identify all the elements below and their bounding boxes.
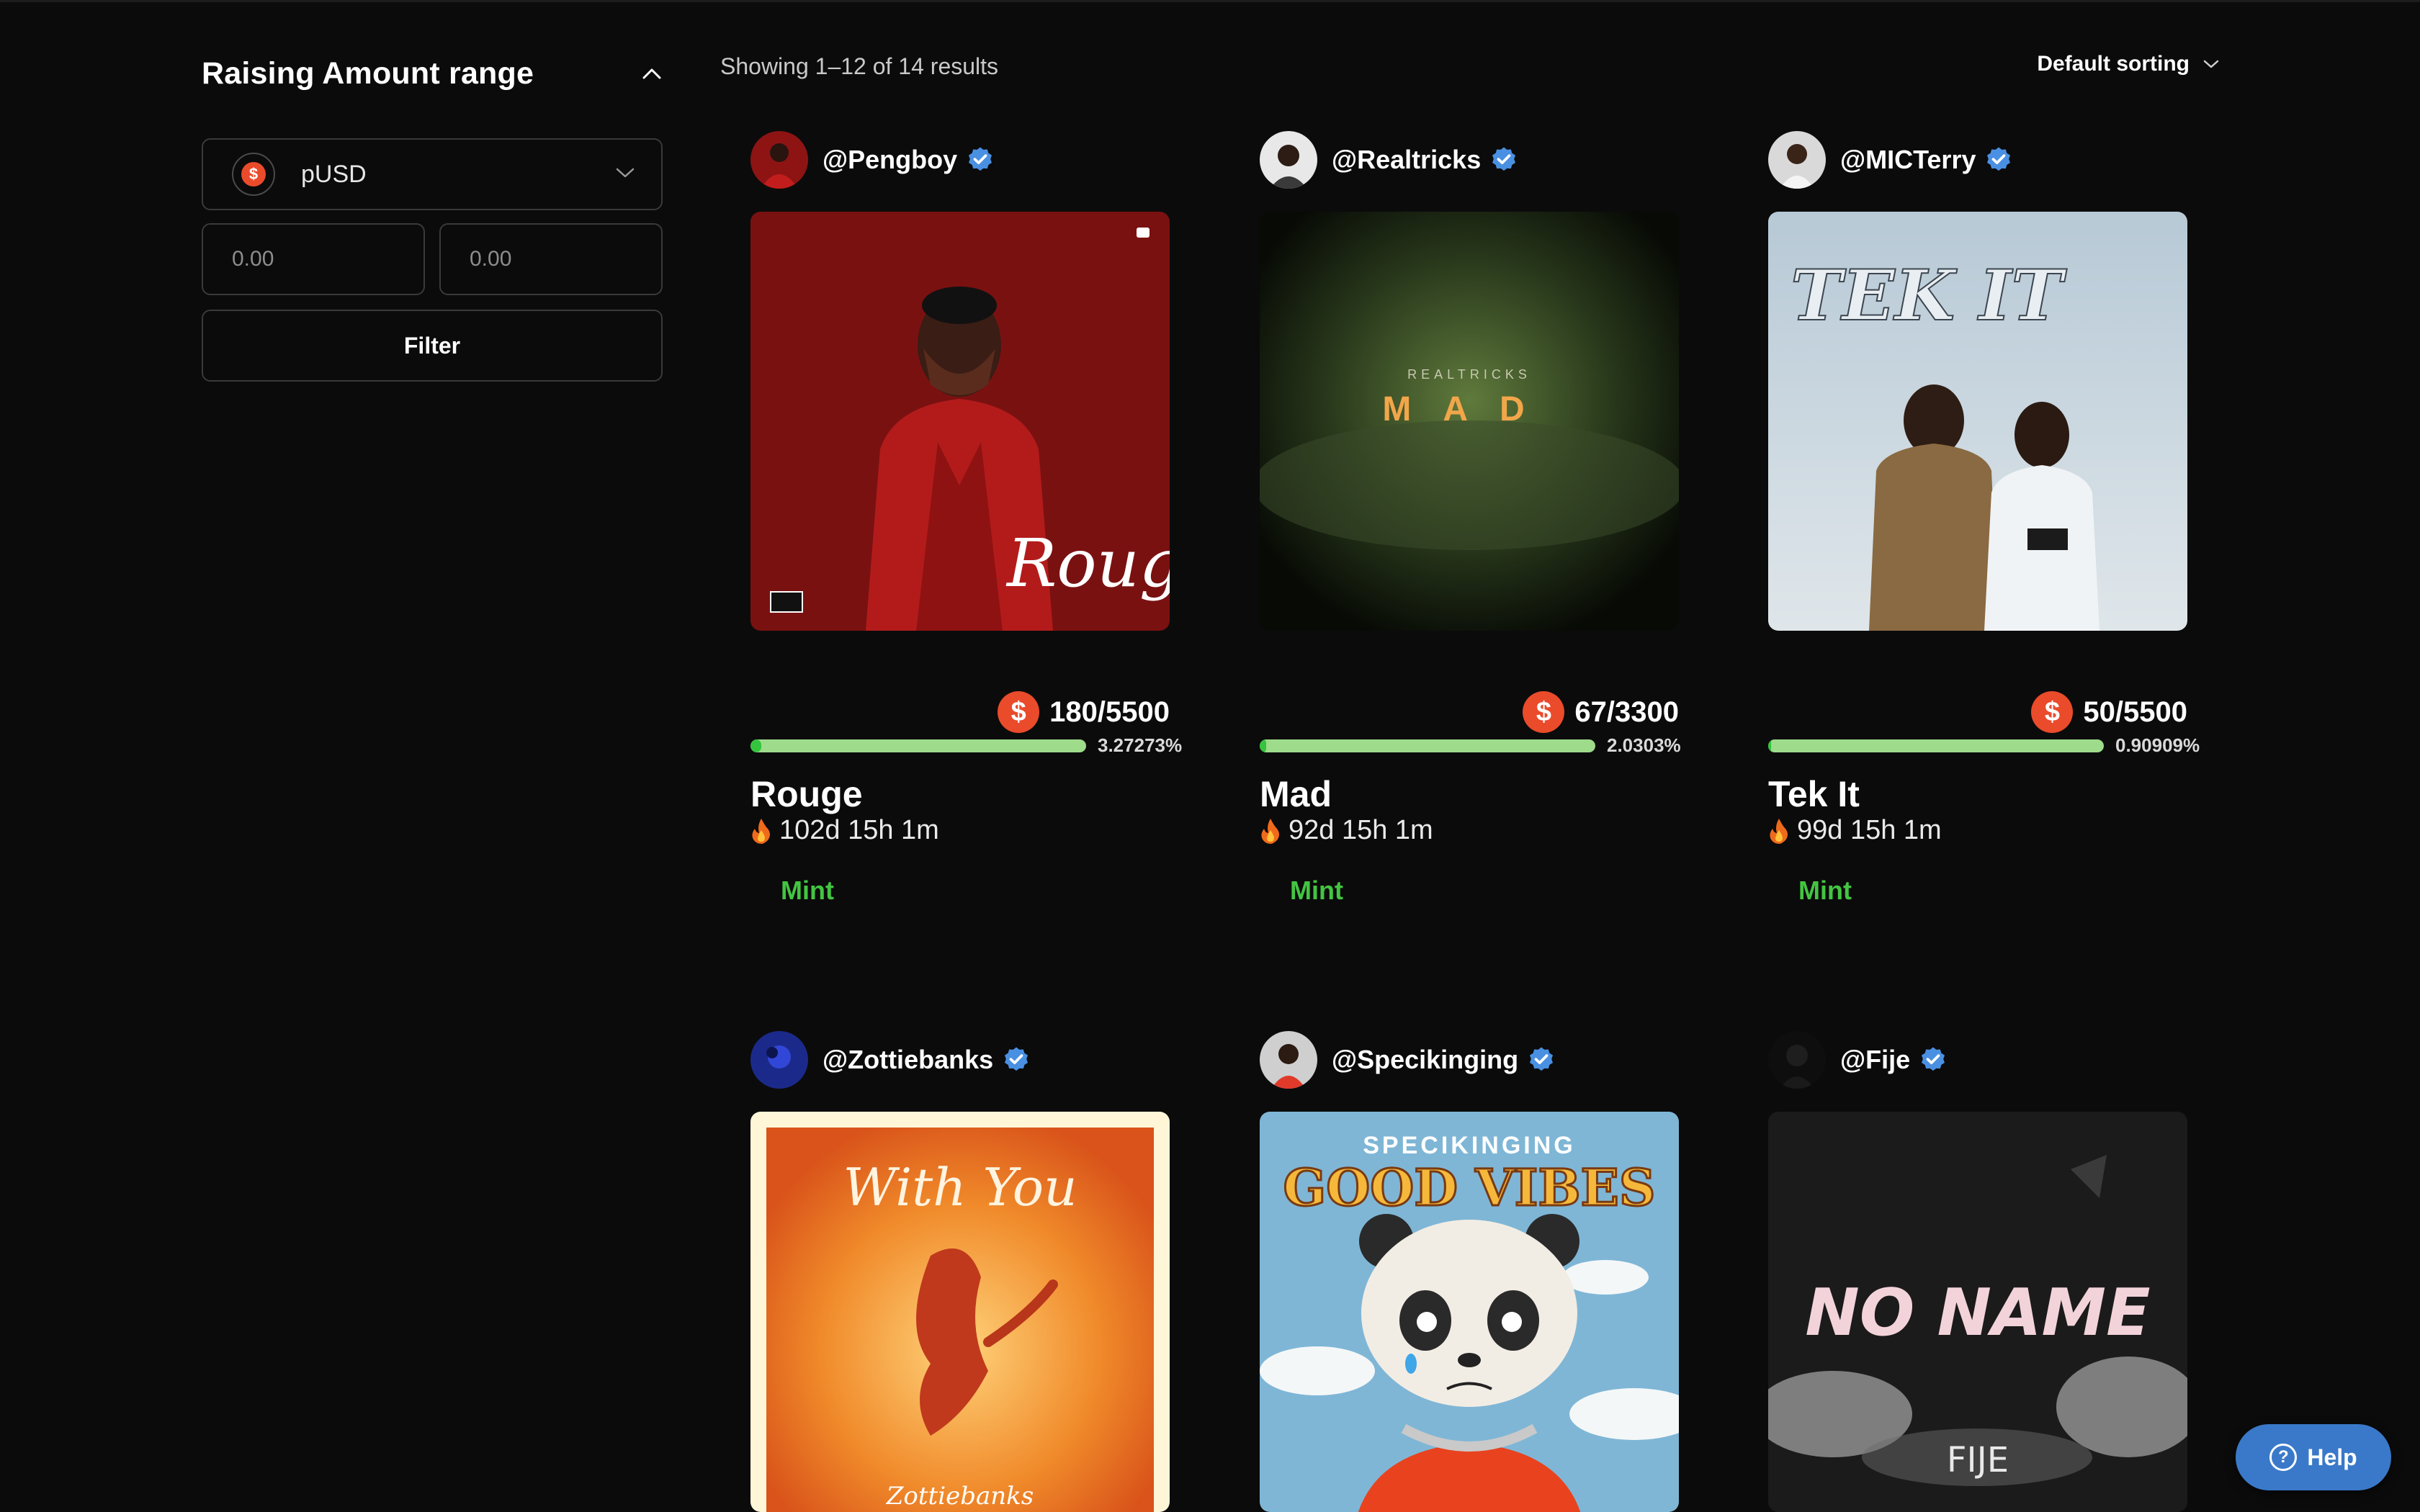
min-amount-input[interactable]: [202, 223, 425, 295]
progress: 0.90909%: [1768, 734, 2229, 757]
filter-title: Raising Amount range: [202, 55, 534, 91]
fire-icon: [1770, 818, 1788, 844]
creator-handle[interactable]: @Realtricks: [1332, 145, 1481, 175]
project-card[interactable]: @Realtricks REALTRICKS MAD $ 67/3300 2.0…: [1260, 131, 1706, 905]
progress-percent: 2.0303%: [1607, 734, 1681, 756]
timer-value: 102d 15h 1m: [779, 815, 939, 845]
progress: 2.0303%: [1260, 734, 1721, 757]
sorting-dropdown[interactable]: Default sorting: [2037, 52, 2220, 76]
project-card[interactable]: @Pengboy Rouge $ 180/5500 3.27273% Rouge…: [750, 131, 1197, 905]
creator-handle[interactable]: @Pengboy: [823, 145, 957, 175]
progress-percent: 3.27273%: [1098, 734, 1183, 756]
project-title[interactable]: Mad: [1260, 773, 1332, 815]
fire-icon: [752, 818, 770, 844]
verified-badge-icon: [1922, 1047, 1945, 1071]
mint-button[interactable]: Mint: [1798, 876, 1852, 906]
verified-badge-icon: [1005, 1047, 1028, 1071]
avatar[interactable]: [1768, 1031, 1826, 1089]
verified-badge-icon: [1987, 147, 2011, 171]
creator-handle[interactable]: @Zottiebanks: [823, 1045, 993, 1075]
avatar[interactable]: [750, 1031, 808, 1089]
verified-badge-icon: [1530, 1047, 1554, 1071]
avatar[interactable]: [1260, 131, 1317, 189]
progress-bar: [1768, 739, 2104, 752]
raise-amount-value: 50/5500: [2083, 696, 2187, 728]
project-card[interactable]: @Fije NO NAME FIJE: [1768, 1031, 2215, 1512]
cover-brand: SPECIKINGING: [1363, 1132, 1575, 1159]
cover-brand: REALTRICKS: [1407, 367, 1531, 382]
help-button[interactable]: ? Help: [2236, 1424, 2391, 1490]
raise-amount-value: 67/3300: [1574, 696, 1679, 728]
chevron-down-icon: [615, 167, 635, 182]
cover-image[interactable]: REALTRICKS MAD: [1260, 212, 1679, 631]
chevron-up-icon[interactable]: [641, 63, 663, 84]
time-remaining: 99d 15h 1m: [1768, 815, 1942, 846]
cover-title: With You: [843, 1157, 1077, 1218]
progress: 3.27273%: [750, 734, 1211, 757]
max-amount-input[interactable]: [439, 223, 663, 295]
cover-title: TEK IT: [1791, 255, 2067, 336]
fire-icon: [1261, 818, 1279, 844]
results-summary: Showing 1–12 of 14 results: [720, 53, 999, 79]
cover-title: NO NAME: [1805, 1275, 2150, 1351]
avatar[interactable]: [750, 131, 808, 189]
cover-subtitle: FIJE: [1947, 1440, 2009, 1480]
filter-header[interactable]: Raising Amount range: [202, 52, 663, 95]
cover-title: MAD: [1382, 390, 1556, 428]
dollar-coin-icon: $: [2031, 691, 2074, 733]
question-icon: ?: [2269, 1444, 2298, 1471]
cover-image[interactable]: SPECIKINGING GOOD VIBES: [1260, 1112, 1679, 1512]
timer-value: 92d 15h 1m: [1289, 815, 1433, 845]
creator-handle[interactable]: @MICTerry: [1840, 145, 1976, 175]
chevron-down-icon: [2203, 60, 2219, 68]
project-card[interactable]: @MICTerry TEK IT $ 50/5500 0.90909% Tek …: [1768, 131, 2215, 905]
progress-bar: [750, 739, 1086, 752]
avatar[interactable]: [1260, 1031, 1317, 1089]
raise-amount-value: 180/5500: [1049, 696, 1170, 728]
raise-amount: $ 67/3300: [1260, 691, 1679, 733]
avatar[interactable]: [1768, 131, 1826, 189]
verified-badge-icon: [969, 147, 992, 171]
range-inputs: [202, 223, 663, 295]
creator-handle[interactable]: @Specikinging: [1332, 1045, 1518, 1075]
timer-value: 99d 15h 1m: [1797, 815, 1942, 845]
card-header: @Realtricks: [1260, 131, 1706, 189]
cover-image[interactable]: NO NAME FIJE: [1768, 1112, 2187, 1512]
progress-bar: [1260, 739, 1595, 752]
card-header: @Zottiebanks: [750, 1031, 1197, 1089]
card-header: @MICTerry: [1768, 131, 2215, 189]
project-title[interactable]: Tek It: [1768, 773, 1860, 815]
project-title[interactable]: Rouge: [750, 773, 863, 815]
dollar-coin-icon: $: [1523, 691, 1565, 733]
coin-icon: $: [232, 153, 275, 196]
cover-title: GOOD VIBES: [1283, 1158, 1656, 1218]
token-label: pUSD: [301, 160, 367, 188]
mint-button[interactable]: Mint: [781, 876, 834, 906]
card-header: @Fije: [1768, 1031, 2215, 1089]
top-divider: [0, 0, 2420, 2]
cover-title: Rouge: [1005, 525, 1170, 602]
time-remaining: 102d 15h 1m: [750, 815, 939, 846]
card-header: @Pengboy: [750, 131, 1197, 189]
help-label: Help: [2307, 1444, 2357, 1470]
raise-amount: $ 180/5500: [750, 691, 1170, 733]
cover-image[interactable]: Rouge: [750, 212, 1170, 631]
filter-button[interactable]: Filter: [202, 310, 663, 382]
card-header: @Specikinging: [1260, 1031, 1706, 1089]
mint-button[interactable]: Mint: [1290, 876, 1343, 906]
raise-amount: $ 50/5500: [1768, 691, 2187, 733]
token-select[interactable]: $ pUSD: [202, 138, 663, 210]
project-card[interactable]: @Zottiebanks With You Zottiebanks: [750, 1031, 1197, 1512]
creator-handle[interactable]: @Fije: [1840, 1045, 1910, 1075]
verified-badge-icon: [1492, 147, 1516, 171]
progress-percent: 0.90909%: [2115, 734, 2200, 756]
project-card[interactable]: @Specikinging SPECIKINGING GOOD VIBES: [1260, 1031, 1706, 1512]
time-remaining: 92d 15h 1m: [1260, 815, 1433, 846]
dollar-coin-icon: $: [998, 691, 1040, 733]
sorting-label: Default sorting: [2037, 52, 2190, 76]
filter-sidebar: Raising Amount range $ pUSD Filter: [202, 52, 663, 382]
cover-image[interactable]: With You Zottiebanks: [750, 1112, 1170, 1512]
cover-subtitle: Zottiebanks: [886, 1482, 1034, 1511]
cover-image[interactable]: TEK IT: [1768, 212, 2187, 631]
